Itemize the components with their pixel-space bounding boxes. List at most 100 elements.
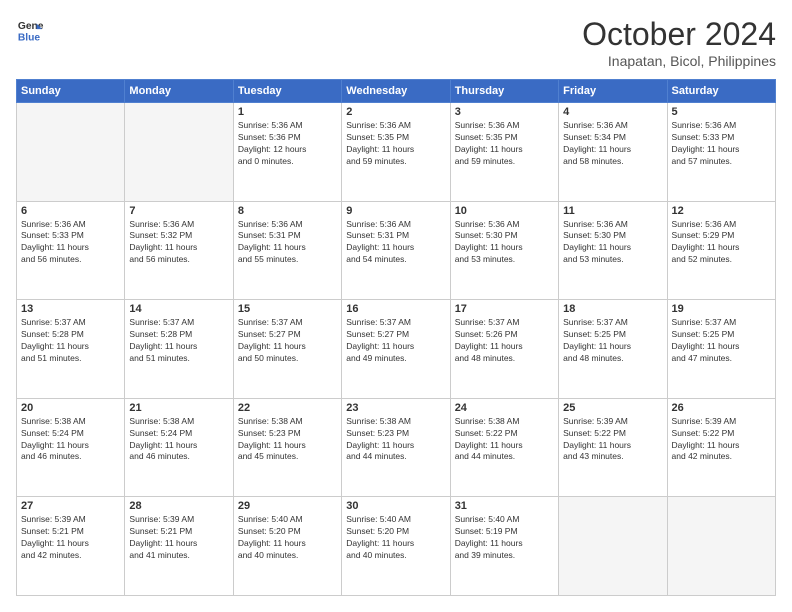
column-header-saturday: Saturday: [667, 80, 775, 103]
day-info: Sunrise: 5:37 AM Sunset: 5:25 PM Dayligh…: [563, 317, 662, 365]
calendar-cell: 5Sunrise: 5:36 AM Sunset: 5:33 PM Daylig…: [667, 103, 775, 202]
location-title: Inapatan, Bicol, Philippines: [582, 53, 776, 69]
day-info: Sunrise: 5:36 AM Sunset: 5:35 PM Dayligh…: [455, 120, 554, 168]
month-title: October 2024: [582, 16, 776, 53]
logo-icon: General Blue: [16, 16, 44, 44]
day-info: Sunrise: 5:36 AM Sunset: 5:32 PM Dayligh…: [129, 219, 228, 267]
day-number: 8: [238, 205, 337, 217]
calendar-cell: 25 Sunrise: 5:39 AM Sunset: 5:22 PM Dayli…: [559, 398, 667, 497]
day-info: Sunrise: 5:36 AM Sunset: 5:34 PM Dayligh…: [563, 120, 662, 168]
calendar-cell: 22 Sunrise: 5:38 AM Sunset: 5:23 PM Dayli…: [233, 398, 341, 497]
calendar-cell: 19 Sunrise: 5:37 AM Sunset: 5:25 PM Dayli…: [667, 300, 775, 399]
day-number: 2: [346, 106, 445, 118]
calendar-cell: [125, 103, 233, 202]
day-number: 9: [346, 205, 445, 217]
calendar-cell: 26 Sunrise: 5:39 AM Sunset: 5:22 PM Dayli…: [667, 398, 775, 497]
day-number: 31: [455, 500, 554, 512]
calendar-cell: 14 Sunrise: 5:37 AM Sunset: 5:28 PM Dayli…: [125, 300, 233, 399]
day-number: 19: [672, 303, 771, 315]
day-info: Sunrise: 5:38 AM Sunset: 5:23 PM Dayligh…: [238, 416, 337, 464]
calendar-cell: 29 Sunrise: 5:40 AM Sunset: 5:20 PM Dayli…: [233, 497, 341, 596]
day-info: Sunrise: 5:38 AM Sunset: 5:24 PM Dayligh…: [129, 416, 228, 464]
day-info: Sunrise: 5:36 AM Sunset: 5:33 PM Dayligh…: [21, 219, 120, 267]
calendar-cell: [667, 497, 775, 596]
week-row-2: 6 Sunrise: 5:36 AM Sunset: 5:33 PM Daylig…: [17, 201, 776, 300]
day-number: 4: [563, 106, 662, 118]
day-number: 23: [346, 402, 445, 414]
day-number: 26: [672, 402, 771, 414]
calendar-cell: [17, 103, 125, 202]
day-info: Sunrise: 5:39 AM Sunset: 5:21 PM Dayligh…: [21, 514, 120, 562]
calendar-cell: 9 Sunrise: 5:36 AM Sunset: 5:31 PM Daylig…: [342, 201, 450, 300]
day-number: 5: [672, 106, 771, 118]
calendar-cell: 2 Sunrise: 5:36 AM Sunset: 5:35 PM Daylig…: [342, 103, 450, 202]
calendar-cell: 13 Sunrise: 5:37 AM Sunset: 5:28 PM Dayli…: [17, 300, 125, 399]
day-info: Sunrise: 5:39 AM Sunset: 5:22 PM Dayligh…: [672, 416, 771, 464]
column-header-monday: Monday: [125, 80, 233, 103]
calendar-cell: 11 Sunrise: 5:36 AM Sunset: 5:30 PM Dayli…: [559, 201, 667, 300]
calendar-cell: 8 Sunrise: 5:36 AM Sunset: 5:31 PM Daylig…: [233, 201, 341, 300]
calendar-cell: 28 Sunrise: 5:39 AM Sunset: 5:21 PM Dayli…: [125, 497, 233, 596]
day-number: 20: [21, 402, 120, 414]
day-number: 11: [563, 205, 662, 217]
day-number: 13: [21, 303, 120, 315]
calendar-cell: 6 Sunrise: 5:36 AM Sunset: 5:33 PM Daylig…: [17, 201, 125, 300]
day-number: 15: [238, 303, 337, 315]
day-number: 1: [238, 106, 337, 118]
calendar-cell: 3 Sunrise: 5:36 AM Sunset: 5:35 PM Daylig…: [450, 103, 558, 202]
day-number: 29: [238, 500, 337, 512]
day-info: Sunrise: 5:39 AM Sunset: 5:21 PM Dayligh…: [129, 514, 228, 562]
day-info: Sunrise: 5:37 AM Sunset: 5:28 PM Dayligh…: [21, 317, 120, 365]
day-number: 25: [563, 402, 662, 414]
page: General Blue October 2024 Inapatan, Bico…: [0, 0, 792, 612]
calendar-cell: 4 Sunrise: 5:36 AM Sunset: 5:34 PM Daylig…: [559, 103, 667, 202]
day-info: Sunrise: 5:40 AM Sunset: 5:20 PM Dayligh…: [238, 514, 337, 562]
calendar-cell: 24Sunrise: 5:38 AM Sunset: 5:22 PM Dayli…: [450, 398, 558, 497]
column-header-friday: Friday: [559, 80, 667, 103]
day-info: Sunrise: 5:36 AM Sunset: 5:36 PM Dayligh…: [238, 120, 337, 168]
week-row-5: 27 Sunrise: 5:39 AM Sunset: 5:21 PM Dayli…: [17, 497, 776, 596]
day-number: 27: [21, 500, 120, 512]
day-number: 14: [129, 303, 228, 315]
calendar-cell: 31Sunrise: 5:40 AM Sunset: 5:19 PM Dayli…: [450, 497, 558, 596]
day-number: 30: [346, 500, 445, 512]
column-header-sunday: Sunday: [17, 80, 125, 103]
day-info: Sunrise: 5:37 AM Sunset: 5:27 PM Dayligh…: [346, 317, 445, 365]
calendar-cell: 1 Sunrise: 5:36 AM Sunset: 5:36 PM Daylig…: [233, 103, 341, 202]
calendar-cell: 15Sunrise: 5:37 AM Sunset: 5:27 PM Dayli…: [233, 300, 341, 399]
day-info: Sunrise: 5:36 AM Sunset: 5:30 PM Dayligh…: [455, 219, 554, 267]
day-number: 28: [129, 500, 228, 512]
day-number: 3: [455, 106, 554, 118]
calendar-cell: 17Sunrise: 5:37 AM Sunset: 5:26 PM Dayli…: [450, 300, 558, 399]
day-info: Sunrise: 5:36 AM Sunset: 5:29 PM Dayligh…: [672, 219, 771, 267]
day-number: 12: [672, 205, 771, 217]
calendar-cell: [559, 497, 667, 596]
title-block: October 2024 Inapatan, Bicol, Philippine…: [582, 16, 776, 69]
day-info: Sunrise: 5:36 AM Sunset: 5:31 PM Dayligh…: [238, 219, 337, 267]
day-info: Sunrise: 5:39 AM Sunset: 5:22 PM Dayligh…: [563, 416, 662, 464]
calendar-cell: 21Sunrise: 5:38 AM Sunset: 5:24 PM Dayli…: [125, 398, 233, 497]
column-header-thursday: Thursday: [450, 80, 558, 103]
calendar-table: SundayMondayTuesdayWednesdayThursdayFrid…: [16, 79, 776, 596]
day-number: 17: [455, 303, 554, 315]
calendar-cell: 27 Sunrise: 5:39 AM Sunset: 5:21 PM Dayli…: [17, 497, 125, 596]
day-info: Sunrise: 5:36 AM Sunset: 5:30 PM Dayligh…: [563, 219, 662, 267]
header: General Blue October 2024 Inapatan, Bico…: [16, 16, 776, 69]
day-info: Sunrise: 5:37 AM Sunset: 5:28 PM Dayligh…: [129, 317, 228, 365]
week-row-1: 1 Sunrise: 5:36 AM Sunset: 5:36 PM Daylig…: [17, 103, 776, 202]
day-info: Sunrise: 5:38 AM Sunset: 5:24 PM Dayligh…: [21, 416, 120, 464]
calendar-cell: 12 Sunrise: 5:36 AM Sunset: 5:29 PM Dayli…: [667, 201, 775, 300]
day-info: Sunrise: 5:36 AM Sunset: 5:35 PM Dayligh…: [346, 120, 445, 168]
svg-text:General: General: [18, 21, 44, 32]
logo: General Blue: [16, 16, 44, 44]
calendar-cell: 7Sunrise: 5:36 AM Sunset: 5:32 PM Daylig…: [125, 201, 233, 300]
day-number: 22: [238, 402, 337, 414]
column-header-tuesday: Tuesday: [233, 80, 341, 103]
day-number: 6: [21, 205, 120, 217]
day-info: Sunrise: 5:37 AM Sunset: 5:25 PM Dayligh…: [672, 317, 771, 365]
day-number: 10: [455, 205, 554, 217]
day-info: Sunrise: 5:36 AM Sunset: 5:31 PM Dayligh…: [346, 219, 445, 267]
calendar-header-row: SundayMondayTuesdayWednesdayThursdayFrid…: [17, 80, 776, 103]
calendar-cell: 18Sunrise: 5:37 AM Sunset: 5:25 PM Dayli…: [559, 300, 667, 399]
calendar-cell: 30Sunrise: 5:40 AM Sunset: 5:20 PM Dayli…: [342, 497, 450, 596]
